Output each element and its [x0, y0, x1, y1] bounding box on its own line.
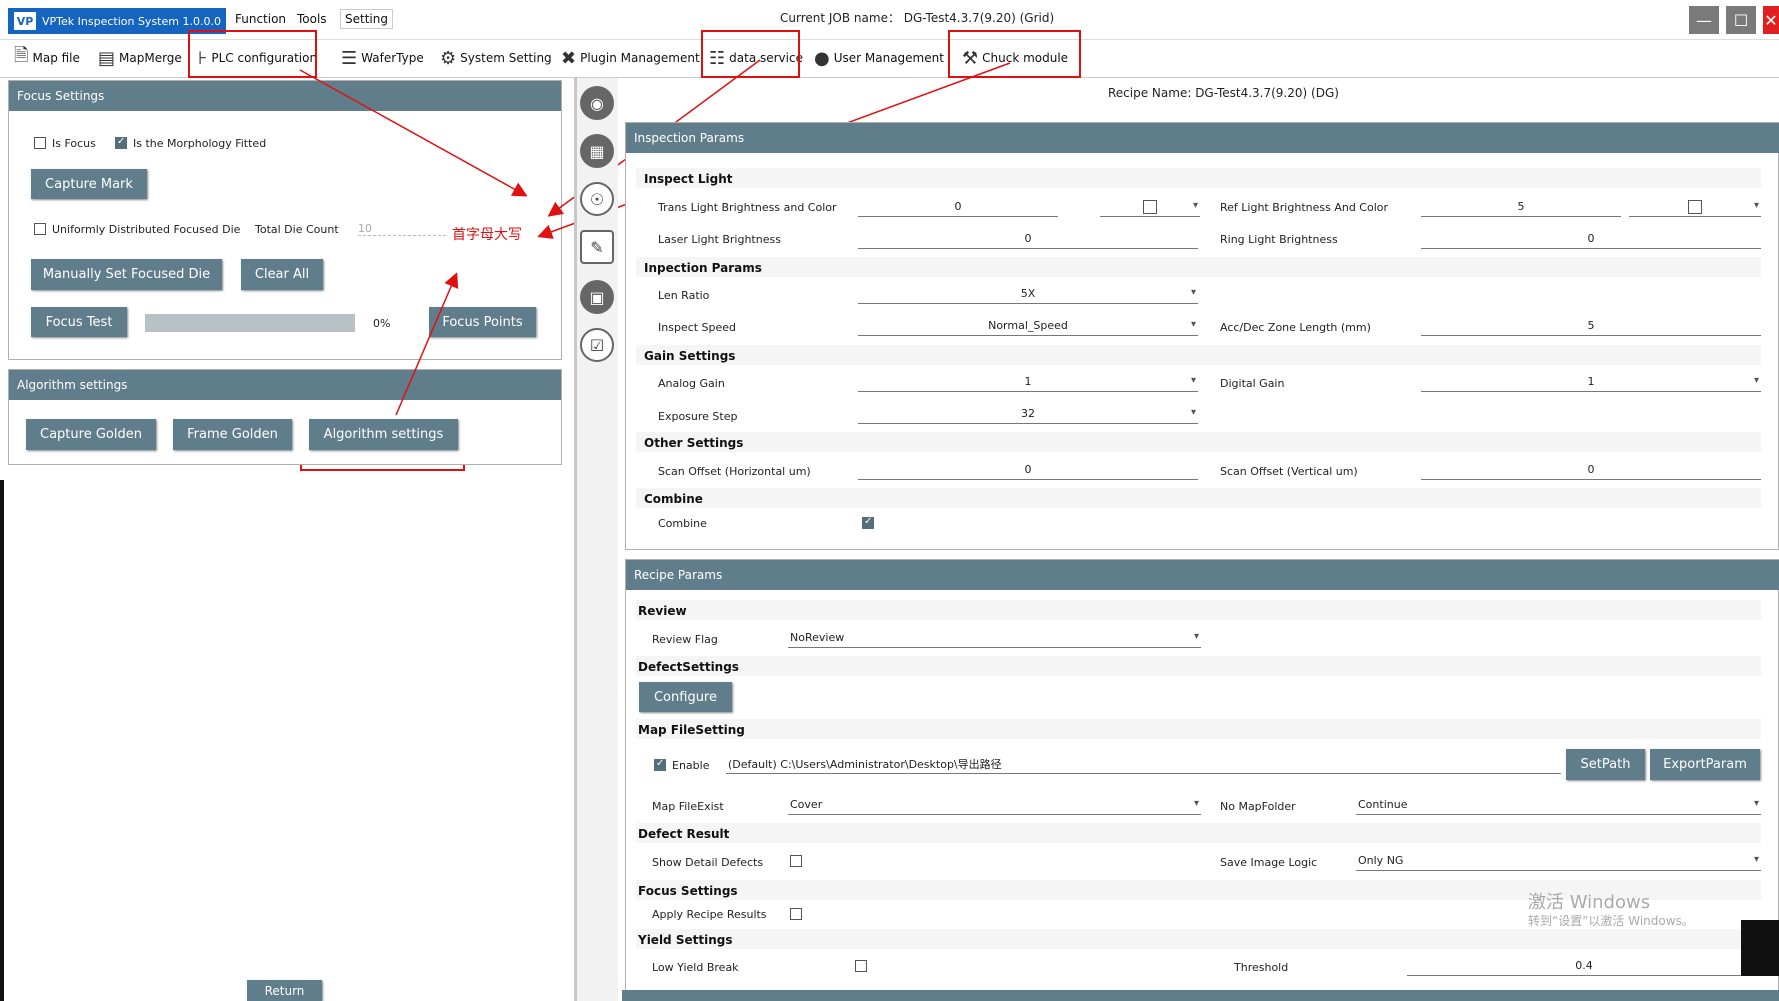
image-icon[interactable]: ▣ [580, 280, 614, 314]
defect-result-section: Defect Result [638, 827, 730, 841]
threshold-field[interactable]: 0.4 [1407, 956, 1761, 976]
laser-light-label: Laser Light Brightness [658, 233, 781, 246]
scan-offset-v-field[interactable]: 0 [1421, 460, 1761, 480]
recipe-name: Recipe Name: DG-Test4.3.7(9.20) (DG) [1108, 86, 1339, 100]
other-settings-section: Other Settings [644, 436, 744, 450]
ref-light-label: Ref Light Brightness And Color [1220, 201, 1389, 214]
combine-label: Combine [658, 517, 707, 530]
exposure-step-dropdown[interactable]: 32 [858, 404, 1198, 424]
low-yield-label: Low Yield Break [652, 961, 739, 974]
arrow-plc [299, 69, 528, 197]
trans-light-field[interactable]: 0 [858, 197, 1058, 217]
trans-color-dropdown[interactable] [1100, 197, 1200, 217]
len-ratio-label: Len Ratio [658, 289, 710, 302]
threshold-label: Threshold [1234, 961, 1289, 974]
ring-light-field[interactable]: 0 [1421, 229, 1761, 249]
review-flag-label: Review Flag [652, 633, 718, 646]
side-icon-strip [574, 78, 618, 1001]
enable-label: Enable [672, 759, 710, 772]
map-fileexist-label: Map FileExist [652, 800, 724, 813]
windows-watermark-text: 转到“设置”以激活 Windows。 [1528, 914, 1694, 928]
enable-checkbox[interactable] [654, 758, 666, 771]
len-ratio-dropdown[interactable]: 5X [858, 284, 1198, 304]
windows-watermark-title: 激活 Windows [1528, 892, 1651, 913]
ref-color-dropdown[interactable] [1629, 197, 1761, 217]
map-filesetting-section: Map FileSetting [638, 723, 745, 737]
acc-dec-label: Acc/Dec Zone Length (mm) [1220, 321, 1371, 334]
trans-color-swatch [1143, 199, 1157, 214]
recipe-focus-settings-section: Focus Settings [638, 884, 738, 898]
no-mapfolder-dropdown[interactable]: Continue [1356, 795, 1761, 815]
no-mapfolder-label: No MapFolder [1220, 800, 1296, 813]
acc-dec-field[interactable]: 5 [1421, 316, 1761, 336]
checklist-icon[interactable]: ☑ [580, 328, 614, 362]
analog-gain-dropdown[interactable]: 1 [858, 372, 1198, 392]
configure-button[interactable]: Configure [639, 682, 732, 712]
scan-offset-h-label: Scan Offset (Horizontal um) [658, 465, 811, 478]
map-fileexist-dropdown[interactable]: Cover [788, 795, 1201, 815]
arrow-algorithm [395, 272, 459, 416]
gain-settings-section: Gain Settings [644, 349, 736, 363]
low-yield-checkbox[interactable] [855, 960, 867, 972]
setpath-button[interactable]: SetPath [1566, 749, 1645, 780]
ref-light-field[interactable]: 5 [1421, 197, 1621, 217]
scan-offset-v-label: Scan Offset (Vertical um) [1220, 465, 1358, 478]
exposure-step-label: Exposure Step [658, 410, 738, 423]
ruler-icon[interactable]: ✎ [580, 230, 614, 264]
camera-icon[interactable]: ◉ [580, 86, 614, 120]
apply-recipe-checkbox[interactable] [790, 908, 802, 920]
apply-recipe-label: Apply Recipe Results [652, 908, 767, 921]
status-bar [622, 990, 1779, 1001]
review-section: Review [638, 604, 687, 618]
globe-icon[interactable]: ☉ [580, 182, 614, 216]
trans-light-label: Trans Light Brightness and Color [658, 201, 837, 214]
save-image-dropdown[interactable]: Only NG [1356, 851, 1761, 871]
inspect-speed-label: Inspect Speed [658, 321, 737, 334]
laser-light-field[interactable]: 0 [858, 229, 1198, 249]
ref-color-swatch [1688, 199, 1702, 214]
defect-settings-section: DefectSettings [638, 660, 739, 674]
scan-offset-h-field[interactable]: 0 [858, 460, 1198, 480]
map-path-field[interactable]: (Default) C:\Users\Administrator\Desktop… [726, 754, 1561, 774]
recipe-params-header: Recipe Params [626, 560, 1779, 590]
corner-widget [1741, 920, 1779, 976]
save-image-label: Save Image Logic [1220, 856, 1318, 869]
review-flag-dropdown[interactable]: NoReview [788, 628, 1201, 648]
yield-settings-section: Yield Settings [638, 933, 733, 947]
show-detail-label: Show Detail Defects [652, 856, 764, 869]
combine-checkbox[interactable] [862, 516, 874, 529]
inspect-speed-dropdown[interactable]: Normal_Speed [858, 316, 1198, 336]
digital-gain-label: Digital Gain [1220, 377, 1285, 390]
analog-gain-label: Analog Gain [658, 377, 725, 390]
inspect-light-section: Inspect Light [644, 172, 733, 186]
ring-light-label: Ring Light Brightness [1220, 233, 1338, 246]
inspection-params-header: Inspection Params [626, 123, 1779, 153]
exportparam-button[interactable]: ExportParam [1650, 749, 1760, 780]
inspection-params-section: Inpection Params [644, 261, 762, 275]
show-detail-checkbox[interactable] [790, 855, 802, 867]
digital-gain-dropdown[interactable]: 1 [1421, 372, 1761, 392]
wafer-grid-icon[interactable]: ▦ [580, 134, 614, 168]
combine-section: Combine [644, 492, 703, 506]
